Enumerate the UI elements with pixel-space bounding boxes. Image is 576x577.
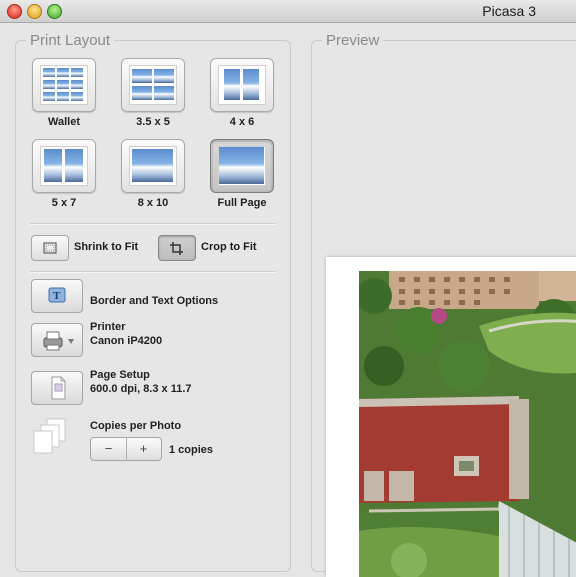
- page-setup-icon: [51, 376, 66, 400]
- window-title: Picasa 3: [482, 3, 536, 19]
- shrink-to-fit-label: Shrink to Fit: [74, 241, 139, 253]
- layout-8x10-button[interactable]: [121, 139, 185, 193]
- page-setup-label: Page Setup: [90, 369, 150, 381]
- divider: [30, 223, 276, 225]
- layout-wallet-label: Wallet: [48, 116, 80, 128]
- layout-4x6-icon: [218, 65, 266, 105]
- layout-3-5x5-button[interactable]: [121, 58, 185, 112]
- layout-5x7-label: 5 x 7: [51, 197, 77, 209]
- preview-page: [326, 257, 576, 577]
- print-layout-title: Print Layout: [26, 32, 115, 49]
- layout-4x6-button[interactable]: [210, 58, 274, 112]
- crop-to-fit-button[interactable]: [158, 235, 196, 261]
- preview-title: Preview: [322, 32, 384, 49]
- layout-8x10-icon: [129, 146, 177, 186]
- preview-photo[interactable]: [359, 271, 576, 577]
- text-box-icon: T: [48, 287, 66, 303]
- layout-8x10[interactable]: 8 x 10: [113, 139, 193, 209]
- layout-full-page-icon: [218, 146, 266, 186]
- layout-full-page[interactable]: Full Page: [202, 139, 282, 209]
- copies-stepper[interactable]: − +: [90, 437, 162, 461]
- layout-4x6[interactable]: 4 x 6: [202, 58, 282, 128]
- printer-name: Canon iP4200: [90, 335, 163, 347]
- layout-wallet[interactable]: Wallet: [24, 58, 104, 128]
- decrease-copies-button[interactable]: −: [91, 438, 127, 460]
- crop-to-fit-label: Crop to Fit: [201, 241, 257, 253]
- copies-count: 1 copies: [169, 444, 214, 456]
- wallet-layout-icon: [40, 65, 88, 105]
- aerial-photo-image: [359, 271, 576, 577]
- printer-icon: [43, 331, 74, 351]
- page-setup-button[interactable]: [31, 371, 83, 405]
- layout-wallet-button[interactable]: [32, 58, 96, 112]
- border-text-options-label: Border and Text Options: [90, 295, 219, 307]
- title-bar: Picasa 3: [0, 0, 576, 23]
- layout-full-page-label: Full Page: [217, 197, 267, 209]
- close-window-button[interactable]: [7, 4, 22, 19]
- layout-3-5x5-label: 3.5 x 5: [136, 116, 170, 128]
- page-setup-details: 600.0 dpi, 8.3 x 11.7: [90, 383, 192, 395]
- divider: [30, 271, 276, 273]
- minimize-window-button[interactable]: [27, 4, 42, 19]
- border-text-options-button[interactable]: T: [31, 279, 83, 313]
- layout-8x10-label: 8 x 10: [137, 197, 169, 209]
- print-layout-panel: Print Layout Wallet 3.5 x 5 4 x 6 5 x 7 …: [15, 32, 291, 572]
- increase-copies-button[interactable]: +: [126, 438, 161, 460]
- layout-5x7[interactable]: 5 x 7: [24, 139, 104, 209]
- crop-icon: [170, 242, 183, 255]
- shrink-to-fit-icon: [43, 242, 57, 254]
- copies-per-photo-label: Copies per Photo: [90, 420, 182, 432]
- layout-5x7-button[interactable]: [32, 139, 96, 193]
- svg-text:T: T: [53, 290, 61, 302]
- shrink-to-fit-button[interactable]: [31, 235, 69, 261]
- layout-4x6-label: 4 x 6: [229, 116, 255, 128]
- printer-label: Printer: [90, 321, 126, 333]
- copies-icon: [33, 418, 66, 454]
- layout-5x7-icon: [40, 146, 88, 186]
- preview-panel: Preview: [311, 32, 576, 577]
- zoom-window-button[interactable]: [47, 4, 62, 19]
- layout-3-5x5-icon: [129, 65, 177, 105]
- layout-3-5x5[interactable]: 3.5 x 5: [113, 58, 193, 128]
- printer-button[interactable]: [31, 323, 83, 357]
- layout-full-page-button[interactable]: [210, 139, 274, 193]
